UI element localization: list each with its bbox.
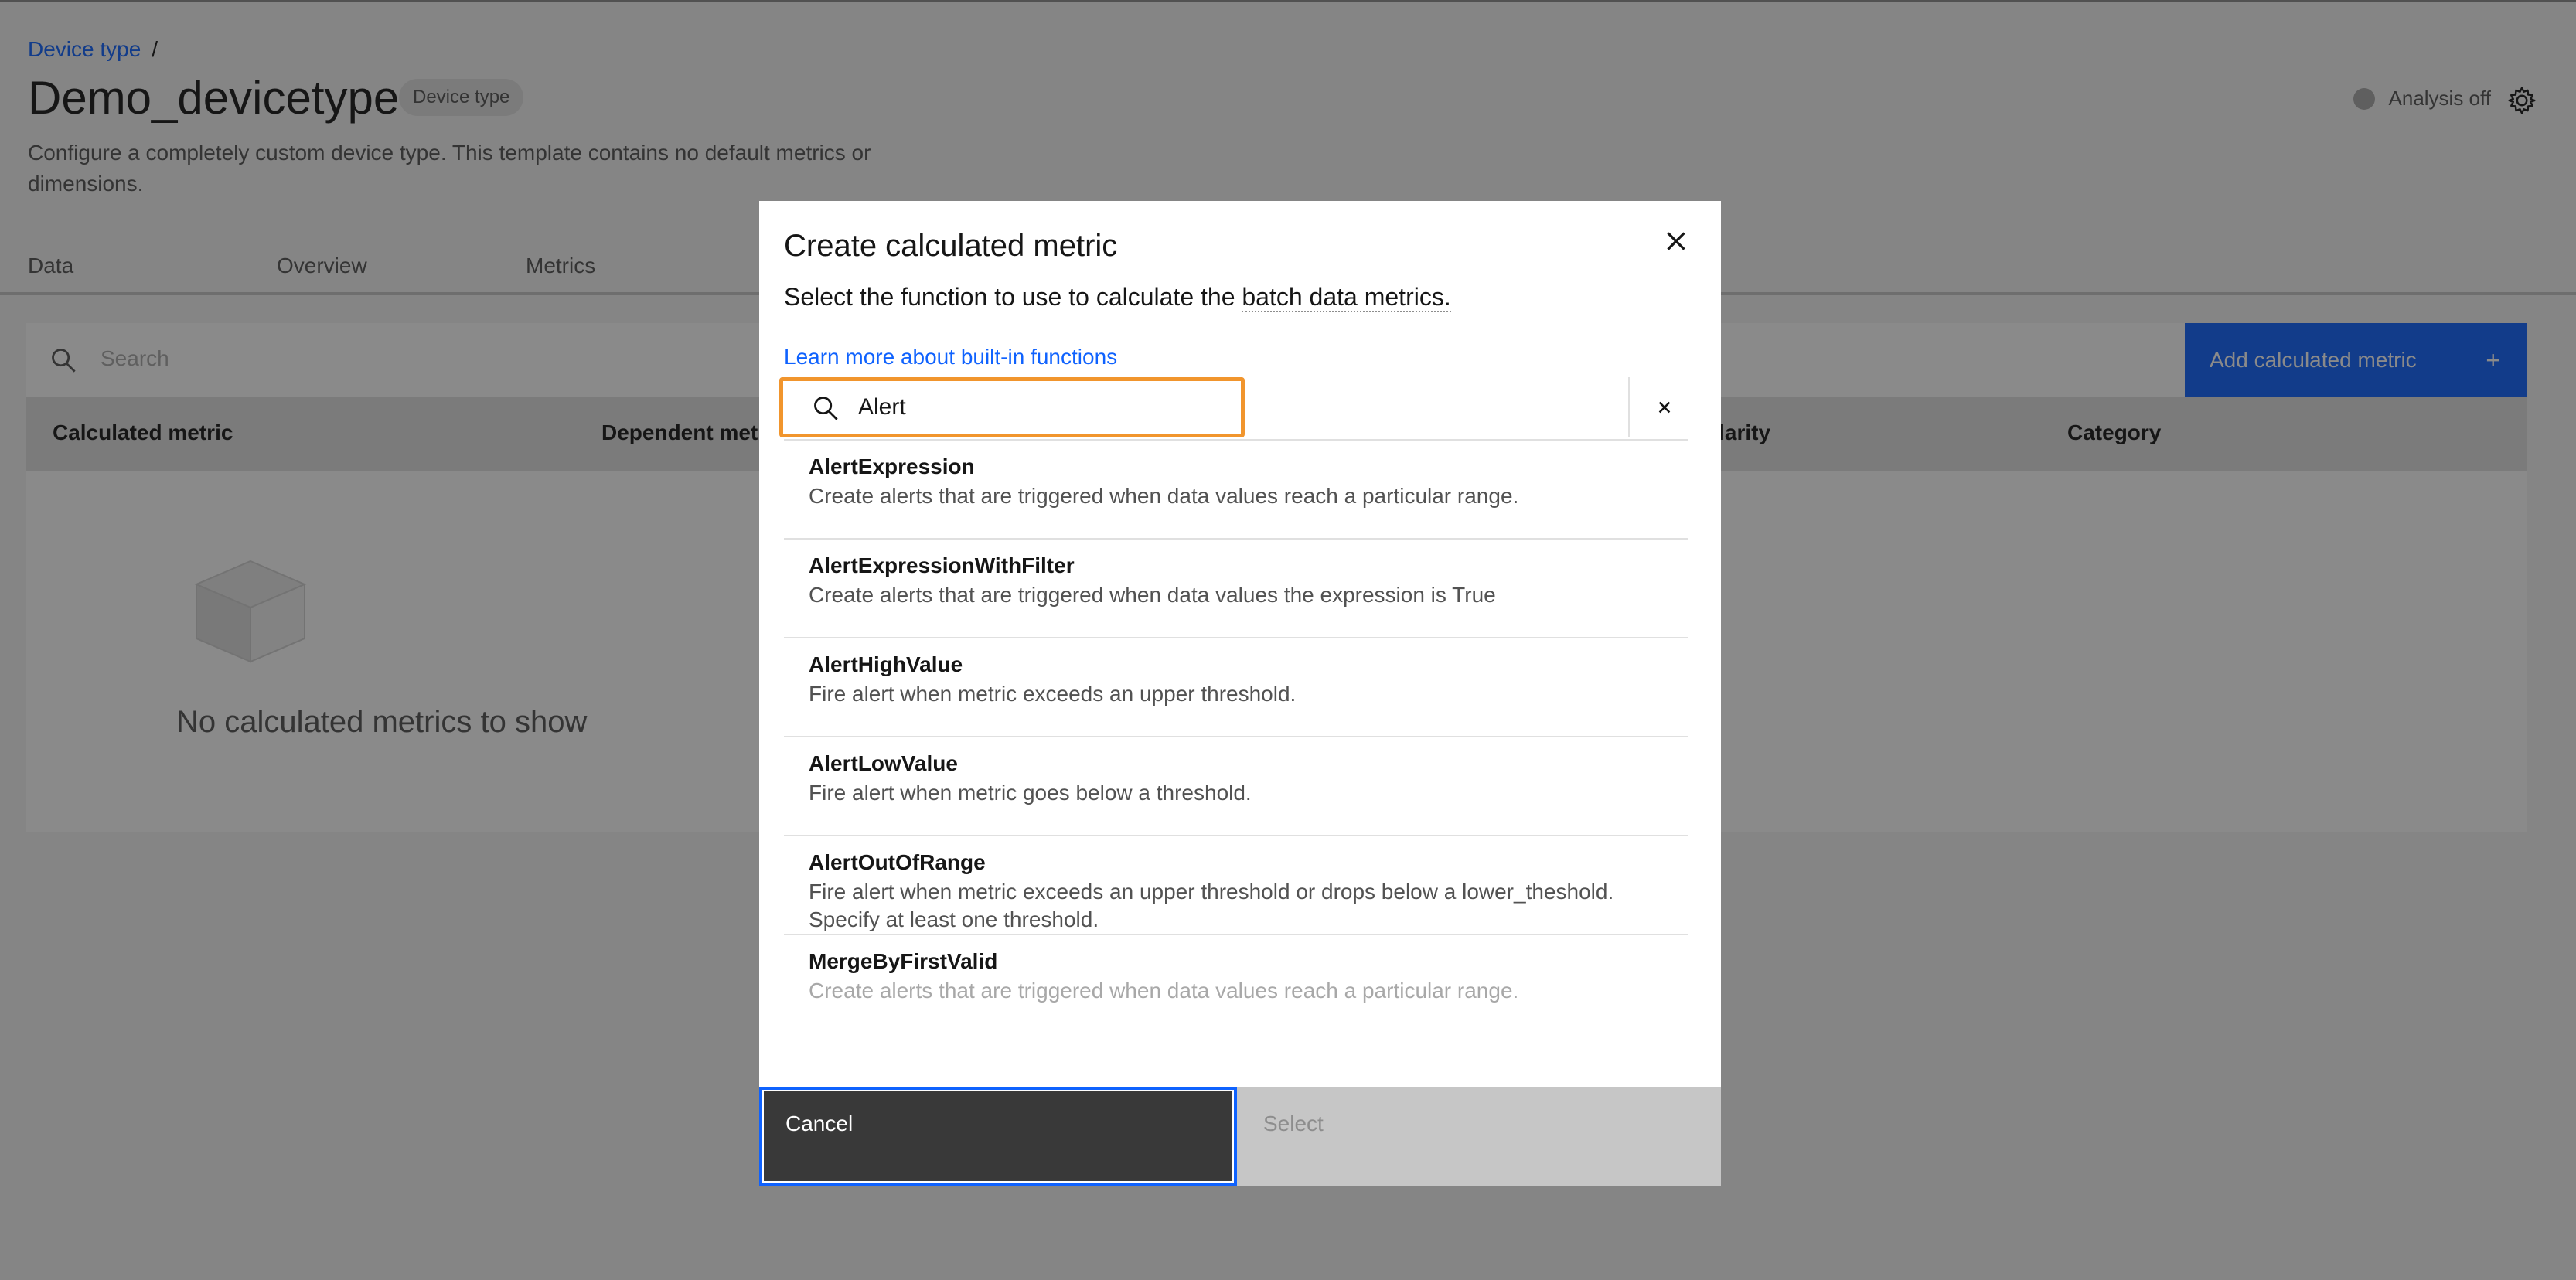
function-description: Fire alert when metric goes below a thre… [809, 781, 1252, 805]
function-item-alertexpression[interactable]: AlertExpression Create alerts that are t… [784, 441, 1688, 540]
function-name: AlertExpression [809, 454, 975, 478]
function-name: AlertHighValue [809, 652, 963, 676]
function-search-input[interactable]: Alert [858, 394, 906, 420]
function-name: AlertLowValue [809, 751, 958, 775]
cancel-button-label: Cancel [785, 1111, 854, 1135]
modal-subtitle-text: Select the function to use to calculate … [784, 283, 1242, 311]
function-item-alertoutofrange[interactable]: AlertOutOfRange Fire alert when metric e… [784, 836, 1688, 935]
function-item-alerthighvalue[interactable]: AlertHighValue Fire alert when metric ex… [784, 638, 1688, 737]
close-icon[interactable] [1658, 223, 1695, 260]
function-description: Create alerts that are triggered when da… [809, 484, 1519, 508]
search-icon [814, 397, 838, 420]
function-item-alertlowvalue[interactable]: AlertLowValue Fire alert when metric goe… [784, 737, 1688, 836]
modal-title: Create calculated metric [784, 229, 1118, 263]
function-item-mergebyfirstvalid[interactable]: MergeByFirstValid Create alerts that are… [784, 935, 1688, 1034]
clear-search-icon[interactable] [1651, 394, 1678, 420]
function-description: Fire alert when metric exceeds an upper … [809, 682, 1297, 706]
function-description: Create alerts that are triggered when da… [809, 979, 1519, 1003]
search-divider [1628, 377, 1630, 437]
function-name: AlertExpressionWithFilter [809, 553, 1075, 577]
select-button[interactable]: Select [1237, 1087, 1721, 1186]
modal-subtitle: Select the function to use to calculate … [784, 283, 1451, 312]
search-focus-highlight [779, 377, 1245, 437]
learn-more-link[interactable]: Learn more about built-in functions [784, 345, 1117, 369]
batch-data-metrics-tooltip[interactable]: batch data metrics. [1242, 283, 1451, 312]
create-calculated-metric-modal: Create calculated metric Select the func… [759, 201, 1721, 1186]
function-search: Alert [779, 377, 1688, 441]
function-name: AlertOutOfRange [809, 850, 986, 874]
function-description: Fire alert when metric exceeds an upper … [809, 880, 1614, 931]
function-description: Create alerts that are triggered when da… [809, 583, 1496, 607]
select-button-label: Select [1263, 1111, 1324, 1135]
function-item-alertexpressionwithfilter[interactable]: AlertExpressionWithFilter Create alerts … [784, 540, 1688, 638]
cancel-button[interactable]: Cancel [759, 1087, 1237, 1186]
function-name: MergeByFirstValid [809, 949, 998, 973]
modal-footer: Cancel Select [759, 1087, 1721, 1186]
